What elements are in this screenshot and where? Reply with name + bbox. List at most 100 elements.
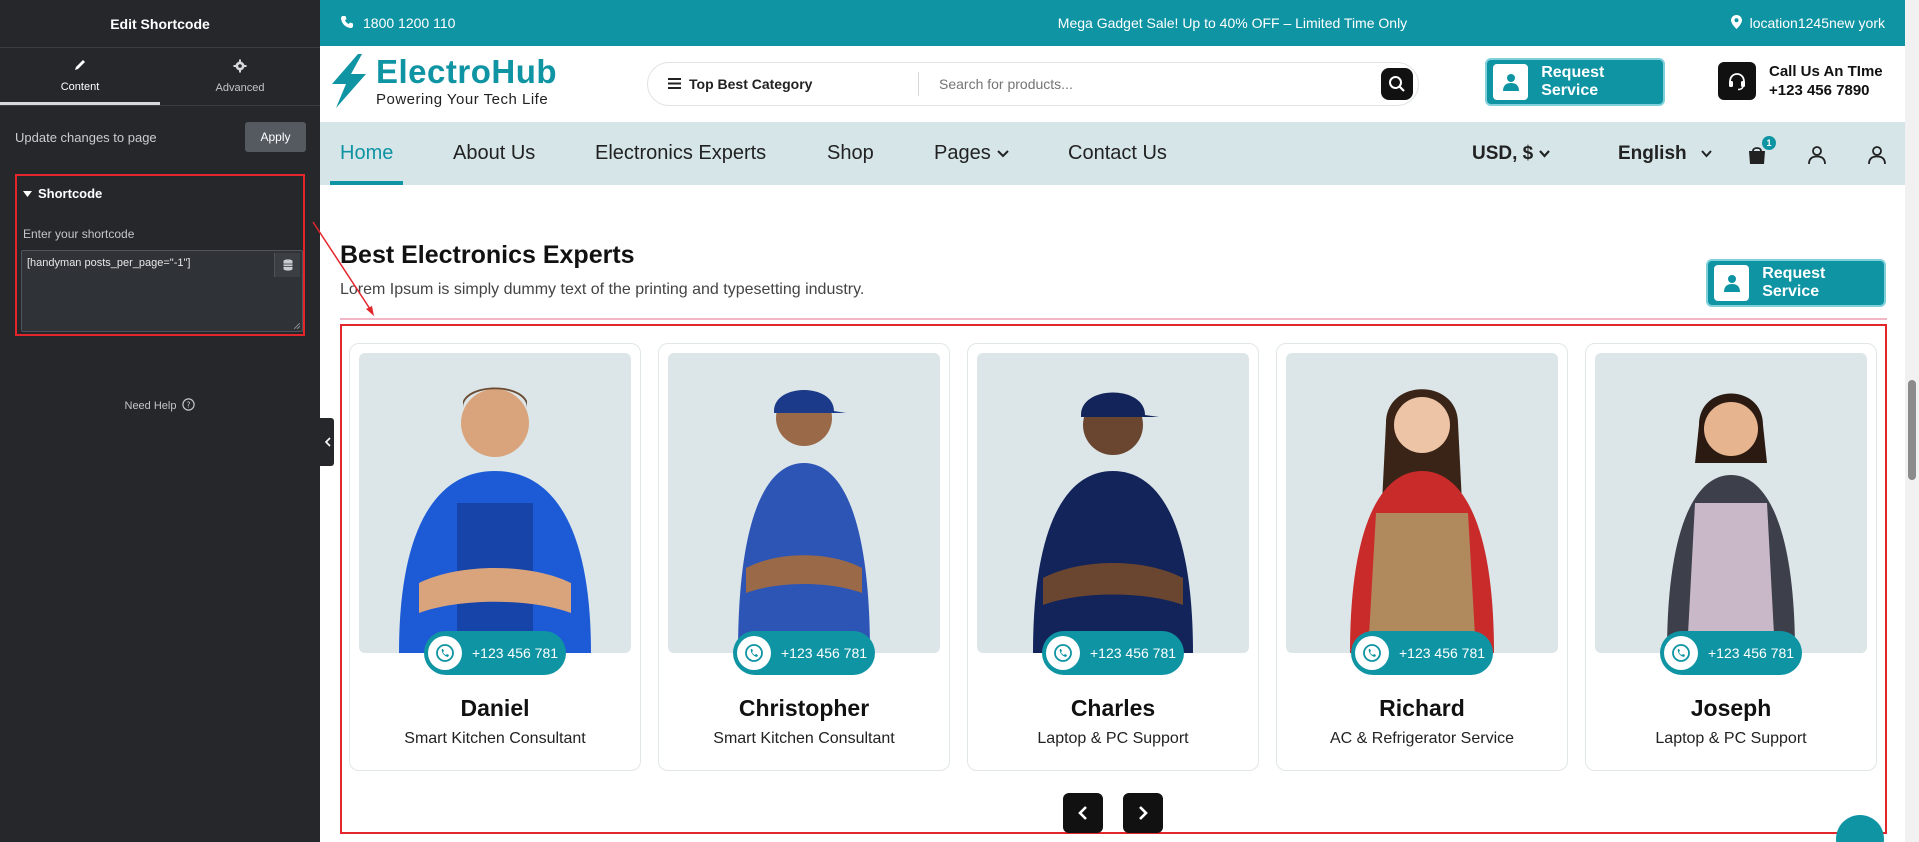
brand-tagline: Powering Your Tech Life [376,90,549,108]
topbar-location-text: location1245new york [1749,15,1885,31]
request-service-label: Request Service [1541,64,1605,99]
chevron-down-icon [997,149,1009,157]
nav-contact-us[interactable]: Contact Us [1068,122,1167,185]
expert-photo [359,353,631,653]
carousel-next-button[interactable] [1123,793,1163,833]
update-row: Update changes to page Apply [0,106,320,168]
call-us-title: Call Us An TIme [1769,63,1883,80]
expert-name: Richard [1379,695,1465,721]
request-service-button[interactable]: Request Service [1485,58,1665,106]
editor-tabs: Content Advanced [0,48,320,106]
expert-photo [1286,353,1558,653]
expert-phone[interactable]: +123 456 781 [424,631,566,675]
expert-role: Laptop & PC Support [1037,730,1189,747]
section-request-label: Request Service [1762,265,1826,300]
expert-card[interactable]: +123 456 781 Charles Laptop & PC Support [967,343,1259,771]
whatsapp-icon [428,636,462,670]
location-pin-icon [1730,14,1742,32]
shortcode-field-label: Enter your shortcode [23,227,135,241]
expert-phone-number: +123 456 781 [781,645,868,661]
database-icon [283,259,292,271]
top-bar: 1800 1200 110 Mega Gadget Sale! Up to 40… [320,0,1905,46]
category-dropdown[interactable]: Top Best Category [648,72,919,96]
tab-content[interactable]: Content [0,48,160,105]
expert-photo [1595,353,1867,653]
profile-button[interactable] [1864,142,1890,168]
expert-phone[interactable]: +123 456 781 [1660,631,1802,675]
main-nav: Home About Us Electronics Experts Shop P… [320,122,1905,185]
user-icon [1493,64,1529,100]
whatsapp-icon [737,636,771,670]
nav-about-us[interactable]: About Us [453,122,535,185]
update-text: Update changes to page [15,129,157,145]
shortcode-section-toggle[interactable]: Shortcode [21,186,299,201]
search-icon [1389,76,1405,92]
topbar-promo: Mega Gadget Sale! Up to 40% OFF – Limite… [1057,15,1408,31]
page-scrollbar[interactable] [1905,0,1919,842]
svg-text:?: ? [187,401,191,410]
nav-home[interactable]: Home [329,122,404,185]
expert-card[interactable]: +123 456 781 Christopher Smart Kitchen C… [658,343,950,771]
user-outline-icon [1868,146,1886,165]
headset-icon [1718,62,1756,100]
chevron-down-icon [1539,149,1551,158]
site-header: ElectroHub Powering Your Tech Life Top B… [320,46,1905,122]
expert-phone[interactable]: +123 456 781 [1351,631,1493,675]
topbar-phone-number: 1800 1200 110 [363,15,456,31]
expert-phone-number: +123 456 781 [472,645,559,661]
topbar-location[interactable]: location1245new york [1675,14,1885,32]
chevron-left-icon [1078,806,1087,820]
lightning-bolt-icon [332,54,366,108]
shortcode-section: Shortcode Enter your shortcode [handyman… [15,174,305,336]
user-icon [1714,265,1750,301]
language-select[interactable]: English [1618,122,1712,185]
currency-select[interactable]: USD, $ [1472,122,1551,185]
scrollbar-thumb[interactable] [1908,380,1916,480]
search-button[interactable] [1381,68,1413,100]
resize-handle-icon [294,323,300,329]
expert-name: Christopher [738,695,870,721]
tab-advanced[interactable]: Advanced [160,48,320,105]
expert-card[interactable]: +123 456 781 Daniel Smart Kitchen Consul… [349,343,641,771]
site-logo[interactable]: ElectroHub Powering Your Tech Life [328,54,557,108]
nav-pages[interactable]: Pages [934,122,1009,185]
editor-title: Edit Shortcode [0,0,320,48]
expert-role: Smart Kitchen Consultant [713,730,895,747]
dynamic-tags-button[interactable] [274,253,300,277]
shortcode-textarea[interactable]: [handyman posts_per_page="-1"] [21,250,303,332]
expert-role: Laptop & PC Support [1655,730,1807,747]
tab-content-label: Content [60,80,100,93]
expert-name: Charles [1070,695,1156,721]
search-input[interactable] [919,76,1381,92]
expert-card[interactable]: +123 456 781 Joseph Laptop & PC Support [1585,343,1877,771]
expert-phone-number: +123 456 781 [1399,645,1486,661]
currency-value: USD, $ [1472,142,1534,164]
cart-button[interactable]: 1 [1744,136,1776,168]
expert-phone[interactable]: +123 456 781 [1042,631,1184,675]
tab-advanced-label: Advanced [215,82,265,94]
pencil-icon [73,58,87,75]
call-us[interactable]: Call Us An TIme +123 456 7890 [1718,62,1883,100]
caret-down-icon [23,186,32,201]
phone-icon [340,15,354,32]
expert-phone-number: +123 456 781 [1708,645,1795,661]
hamburger-icon [668,76,681,92]
section-request-service-button[interactable]: Request Service [1706,259,1886,307]
expert-phone[interactable]: +123 456 781 [733,631,875,675]
whatsapp-icon [1046,636,1080,670]
expert-photo [977,353,1249,653]
expert-role: AC & Refrigerator Service [1329,730,1515,747]
call-us-number: +123 456 7890 [1769,82,1870,99]
need-help-link[interactable]: Need Help ? [0,398,320,414]
nav-shop[interactable]: Shop [827,122,874,185]
nav-pages-label: Pages [934,142,991,164]
question-icon: ? [182,398,196,414]
account-button[interactable] [1804,142,1830,168]
nav-electronics-experts[interactable]: Electronics Experts [595,122,766,185]
carousel-prev-button[interactable] [1063,793,1103,833]
expert-name: Daniel [460,695,530,721]
shortcode-section-title: Shortcode [38,186,103,201]
expert-phone-number: +123 456 781 [1090,645,1177,661]
apply-button[interactable]: Apply [245,122,306,152]
expert-card[interactable]: +123 456 781 Richard AC & Refrigerator S… [1276,343,1568,771]
